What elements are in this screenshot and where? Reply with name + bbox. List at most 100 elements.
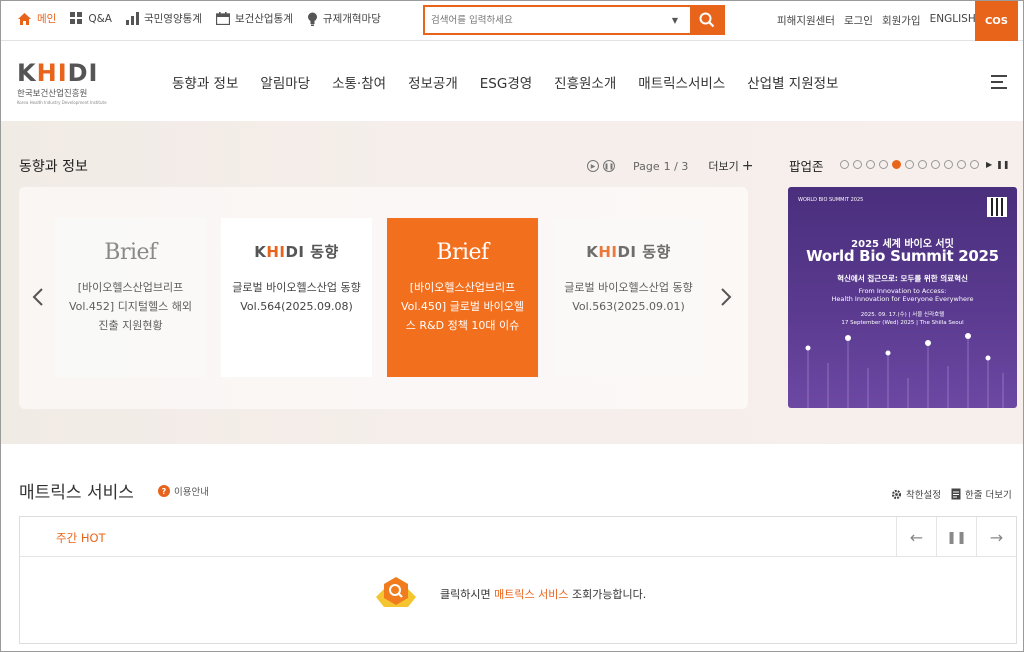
logo-mark: KHIDI [17, 59, 99, 87]
matrix-section-title: 매트릭스 서비스 [19, 483, 134, 503]
nav-esg[interactable]: ESG경영 [480, 72, 532, 92]
member-links: 피해지원센터 로그인 회원가입 ENGLISH [777, 13, 976, 28]
util-link-regulation[interactable]: 규제개혁마당 [307, 11, 381, 26]
popup-dots: ▶ ❚❚ [840, 160, 1010, 169]
khidi-trend-logo: KHIDI 동향 [586, 242, 671, 261]
trend-card[interactable]: KHIDI 동향 글로벌 바이오헬스산업 동향 Vol.563(2025.09.… [553, 218, 704, 377]
util-link-health-industry-stats[interactable]: 보건산업통계 [215, 11, 293, 26]
banner-tagline: 혁신에서 접근으로: 모두를 위한 의료혁신 [837, 274, 968, 283]
play-icon[interactable]: ▶ [587, 160, 599, 172]
banner-logo: WORLD BIO SUMMIT 2025 [798, 197, 864, 203]
play-icon[interactable]: ▶ [986, 160, 992, 169]
banner-decoration [805, 333, 1004, 408]
popup-dot[interactable] [931, 160, 940, 169]
main-nav: 동향과 정보 알림마당 소통·참여 정보공개 ESG경영 진흥원소개 매트릭스서… [172, 72, 860, 92]
bar-chart-icon [125, 12, 139, 25]
util-link-main[interactable]: 메인 [17, 11, 56, 26]
banner-tagline-eng: From Innovation to Access: Health Innovat… [831, 287, 974, 303]
weekly-hot-row: 주간 HOT ← ❚❚ → [20, 517, 1016, 557]
khidi-trend-logo: KHIDI 동향 [254, 242, 339, 261]
nav-communication[interactable]: 소통·참여 [332, 72, 386, 92]
document-icon [951, 488, 961, 500]
popup-dot[interactable] [879, 160, 888, 169]
banner-title: World Bio Summit 2025 [806, 247, 999, 265]
search-icon [699, 12, 715, 28]
trend-card-text: [바이오헬스산업브리프 Vol.452] 디지털헬스 해외진출 지원현황 [68, 281, 193, 332]
nav-trend-info[interactable]: 동향과 정보 [172, 72, 238, 92]
nav-industry-support[interactable]: 산업별 지원정보 [747, 72, 838, 92]
qr-code-icon [987, 197, 1007, 217]
trend-card-text: [바이오헬스산업브리프 Vol.450] 글로벌 바이오헬스 R&D 정책 10… [400, 281, 525, 332]
search-input[interactable] [425, 7, 665, 33]
more-line-button[interactable]: 한줄 더보기 [951, 487, 1012, 501]
trend-section-title: 동향과 정보 [19, 159, 88, 175]
search-dropdown-caret-icon[interactable]: ▼ [665, 16, 685, 25]
popup-dot[interactable] [892, 160, 901, 169]
khidi-logo[interactable]: KHIDI 한국보건산업진흥원 Korea Health Industry De… [17, 61, 107, 105]
trend-more-link[interactable]: 더보기 + [708, 158, 753, 174]
util-link-label: 국민영양통계 [143, 13, 202, 25]
util-link-nutrition-stats[interactable]: 국민영양통계 [125, 11, 202, 26]
header: KHIDI 한국보건산업진흥원 Korea Health Industry De… [1, 42, 1023, 121]
trend-card-text: 글로벌 바이오헬스산업 동향 Vol.563(2025.09.01) [564, 281, 693, 313]
util-link-label: Q&A [88, 12, 112, 25]
page-value: 1 / 3 [663, 159, 689, 173]
matrix-notice-text: 클릭하시면 매트릭스 서비스 조회가능합니다. [440, 588, 647, 601]
popup-dot[interactable] [918, 160, 927, 169]
utility-bar: 메인 Q&A 국민영양통계 보건산업통계 규제개혁마당 ▼ [1, 1, 1023, 41]
matrix-notice[interactable]: 클릭하시면 매트릭스 서비스 조회가능합니다. [370, 575, 646, 613]
trend-carousel: Brief [바이오헬스산업브리프 Vol.452] 디지털헬스 해외진출 지원… [19, 187, 748, 409]
nav-matrix-service[interactable]: 매트릭스서비스 [638, 72, 725, 92]
signup-link[interactable]: 회원가입 [882, 13, 921, 28]
popup-dot[interactable] [905, 160, 914, 169]
pause-icon[interactable]: ❚❚ [603, 160, 615, 172]
search-button[interactable] [690, 5, 724, 35]
page-label: Page [633, 159, 660, 173]
cos-button[interactable]: COS [975, 1, 1018, 41]
matrix-tools: 착한설정 한줄 더보기 [891, 487, 1012, 501]
weekly-hot-label: 주간 HOT [56, 531, 106, 545]
popup-dot[interactable] [866, 160, 875, 169]
matrix-box: 주간 HOT ← ❚❚ → 클릭하시면 매트릭스 서비스 조회가능합니다. [19, 516, 1017, 644]
menu-icon[interactable] [991, 75, 1007, 93]
search-box: ▼ [423, 5, 725, 35]
trend-card[interactable]: KHIDI 동향 글로벌 바이오헬스산업 동향 Vol.564(2025.09.… [221, 218, 372, 377]
settings-button[interactable]: 착한설정 [891, 487, 941, 501]
login-link[interactable]: 로그인 [844, 13, 873, 28]
world-bio-summit-banner[interactable]: WORLD BIO SUMMIT 2025 2025 세계 바이오 서밋 Wor… [788, 187, 1017, 408]
nav-notice[interactable]: 알림마당 [260, 72, 310, 92]
popup-dot[interactable] [957, 160, 966, 169]
popup-dot[interactable] [840, 160, 849, 169]
popup-dot[interactable] [853, 160, 862, 169]
page-frame: 메인 Q&A 국민영양통계 보건산업통계 규제개혁마당 ▼ [0, 0, 1024, 652]
arrow-left-icon[interactable]: ← [896, 517, 936, 557]
nav-about[interactable]: 진흥원소개 [554, 72, 616, 92]
calendar-icon [215, 12, 230, 25]
lightbulb-icon [307, 12, 317, 26]
popup-dot[interactable] [944, 160, 953, 169]
gear-icon [891, 489, 902, 499]
weekly-hot-controls: ← ❚❚ → [896, 517, 1016, 557]
popup-zone-title: 팝업존 [789, 159, 824, 174]
util-link-label: 보건산업통계 [234, 13, 293, 25]
trend-card[interactable]: Brief [바이오헬스산업브리프 Vol.452] 디지털헬스 해외진출 지원… [55, 218, 206, 377]
trend-card-text: 글로벌 바이오헬스산업 동향 Vol.564(2025.09.08) [232, 281, 361, 313]
damage-support-link[interactable]: 피해지원센터 [777, 13, 835, 28]
usage-guide-link[interactable]: ? 이용안내 [158, 484, 209, 498]
pause-icon[interactable]: ❚❚ [996, 160, 1009, 169]
arrow-right-icon[interactable]: → [976, 517, 1016, 557]
popup-dot[interactable] [970, 160, 979, 169]
utility-links: 메인 Q&A 국민영양통계 보건산업통계 규제개혁마당 [17, 11, 381, 26]
chevron-right-icon[interactable] [720, 287, 732, 307]
question-icon: ? [158, 485, 170, 497]
pause-icon[interactable]: ❚❚ [936, 517, 976, 557]
trend-pager: ▶ ❚❚ Page 1 / 3 더보기 + [587, 158, 753, 174]
chevron-left-icon[interactable] [32, 287, 44, 307]
brief-logo: Brief [436, 239, 489, 265]
trend-card-active[interactable]: Brief [바이오헬스산업브리프 Vol.450] 글로벌 바이오헬스 R&D… [387, 218, 538, 377]
logo-korean-name: 한국보건산업진흥원 [17, 89, 88, 99]
brief-logo: Brief [104, 239, 157, 265]
english-link[interactable]: ENGLISH [930, 13, 976, 28]
nav-disclosure[interactable]: 정보공개 [408, 72, 458, 92]
util-link-qna[interactable]: Q&A [70, 11, 112, 26]
